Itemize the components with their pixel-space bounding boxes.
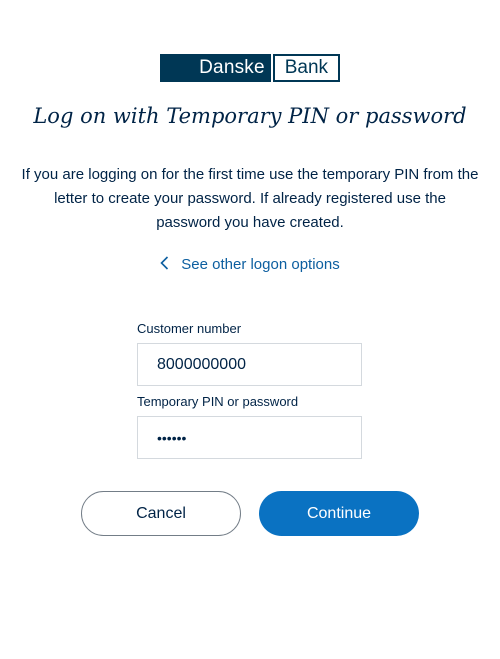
logo-danske-text: Danske: [160, 54, 271, 82]
continue-button[interactable]: Continue: [259, 491, 419, 536]
chevron-left-icon: [160, 256, 169, 274]
danske-bank-logo: Danske Bank: [160, 54, 340, 82]
pin-password-label: Temporary PIN or password: [137, 394, 299, 409]
logo-bank-text: Bank: [272, 54, 340, 82]
cancel-button[interactable]: Cancel: [81, 491, 241, 536]
pin-password-input[interactable]: ••••••: [137, 416, 362, 459]
intro-text: If you are logging on for the first time…: [21, 166, 479, 231]
customer-number-input[interactable]: [137, 343, 362, 386]
other-logon-options-label: See other logon options: [181, 256, 340, 273]
other-logon-options-link[interactable]: See other logon options: [0, 256, 500, 274]
login-page: Danske Bank Log on with Temporary PIN or…: [0, 0, 500, 659]
customer-number-label: Customer number: [137, 321, 242, 336]
page-title: Log on with Temporary PIN or password: [33, 104, 467, 128]
